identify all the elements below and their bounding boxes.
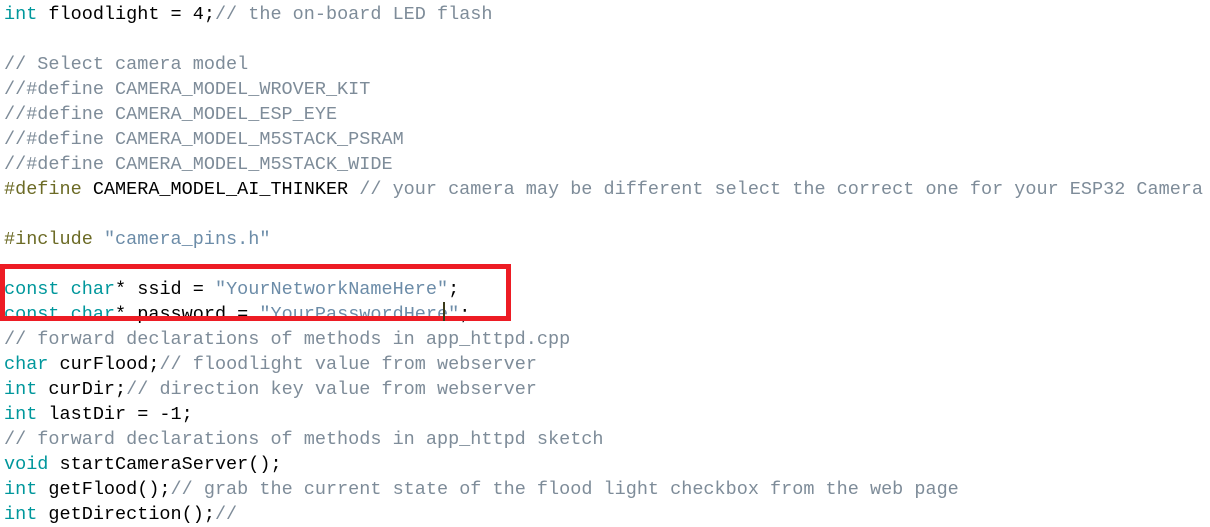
code-line[interactable]: const char* password = "YourPasswordHere…: [4, 302, 470, 327]
code-token-comment: //#define CAMERA_MODEL_M5STACK_PSRAM: [4, 129, 404, 150]
code-token-plain: curFlood;: [48, 354, 160, 375]
code-token-keyword: int: [4, 4, 38, 25]
code-token-comment: // direction key value from webserver: [126, 379, 537, 400]
code-token-comment: //#define CAMERA_MODEL_M5STACK_WIDE: [4, 154, 393, 175]
code-line[interactable]: //#define CAMERA_MODEL_M5STACK_WIDE: [4, 152, 393, 177]
code-line[interactable]: //#define CAMERA_MODEL_WROVER_KIT: [4, 77, 370, 102]
code-token-comment: // the on-board LED flash: [214, 4, 493, 25]
code-token-plain: floodlight = 4;: [37, 4, 215, 25]
code-token-plain: startCameraServer();: [48, 454, 282, 475]
code-token-plain: ;: [448, 279, 460, 300]
code-token-plain: getDirection();: [37, 504, 215, 525]
code-token-comment: //: [214, 504, 238, 525]
code-token-string: "YourNetworkNameHere": [214, 279, 449, 300]
code-token-keyword: int: [4, 404, 38, 425]
code-line[interactable]: int getFlood();// grab the current state…: [4, 477, 959, 502]
code-token-comment: // grab the current state of the flood l…: [170, 479, 959, 500]
code-token-keyword: int: [4, 504, 38, 525]
text-caret: [443, 302, 445, 321]
code-line[interactable]: #define CAMERA_MODEL_AI_THINKER // your …: [4, 177, 1203, 202]
code-token-keyword: char: [70, 279, 116, 300]
code-token-comment: // your camera may be different select t…: [359, 179, 1204, 200]
code-token-plain: * ssid =: [115, 279, 215, 300]
code-token-plain: CAMERA_MODEL_AI_THINKER: [81, 179, 360, 200]
code-token-plain: getFlood();: [37, 479, 171, 500]
code-line[interactable]: int floodlight = 4;// the on-board LED f…: [4, 2, 493, 27]
code-token-keyword: int: [4, 479, 38, 500]
code-line[interactable]: #include "camera_pins.h": [4, 227, 270, 252]
code-token-comment: // forward declarations of methods in ap…: [4, 329, 571, 350]
code-editor-pane[interactable]: int floodlight = 4;// the on-board LED f…: [0, 0, 1210, 525]
code-token-preproc: #include: [4, 229, 93, 250]
code-token-plain: * password =: [115, 304, 260, 325]
code-token-string: "camera_pins.h": [103, 229, 271, 250]
code-token-comment: // forward declarations of methods in ap…: [4, 429, 604, 450]
code-line[interactable]: int curDir;// direction key value from w…: [4, 377, 537, 402]
code-token-comment: //#define CAMERA_MODEL_ESP_EYE: [4, 104, 338, 125]
code-token-comment: // floodlight value from webserver: [159, 354, 537, 375]
code-token-plain: curDir;: [37, 379, 127, 400]
code-token-plain: lastDir = -1;: [37, 404, 193, 425]
code-token-comment: // Select camera model: [4, 54, 249, 75]
code-token-string: "YourPasswordHere": [259, 304, 460, 325]
code-token-preproc: #define: [4, 179, 82, 200]
code-line[interactable]: int getDirection();//: [4, 502, 237, 527]
code-line[interactable]: void startCameraServer();: [4, 452, 282, 477]
code-token-keyword: char: [70, 304, 116, 325]
code-line[interactable]: //#define CAMERA_MODEL_ESP_EYE: [4, 102, 337, 127]
code-token-keyword: int: [4, 379, 38, 400]
code-line[interactable]: char curFlood;// floodlight value from w…: [4, 352, 537, 377]
code-line[interactable]: // Select camera model: [4, 52, 248, 77]
code-token-keyword: void: [4, 454, 49, 475]
code-token-keyword: const: [4, 304, 60, 325]
code-token-keyword: const: [4, 279, 60, 300]
code-line[interactable]: // forward declarations of methods in ap…: [4, 327, 570, 352]
code-line[interactable]: const char* ssid = "YourNetworkNameHere"…: [4, 277, 459, 302]
code-line[interactable]: int lastDir = -1;: [4, 402, 193, 427]
code-token-keyword: char: [4, 354, 49, 375]
code-line[interactable]: // forward declarations of methods in ap…: [4, 427, 604, 452]
code-token-plain: ;: [459, 304, 471, 325]
code-token-comment: //#define CAMERA_MODEL_WROVER_KIT: [4, 79, 371, 100]
code-line[interactable]: //#define CAMERA_MODEL_M5STACK_PSRAM: [4, 127, 404, 152]
